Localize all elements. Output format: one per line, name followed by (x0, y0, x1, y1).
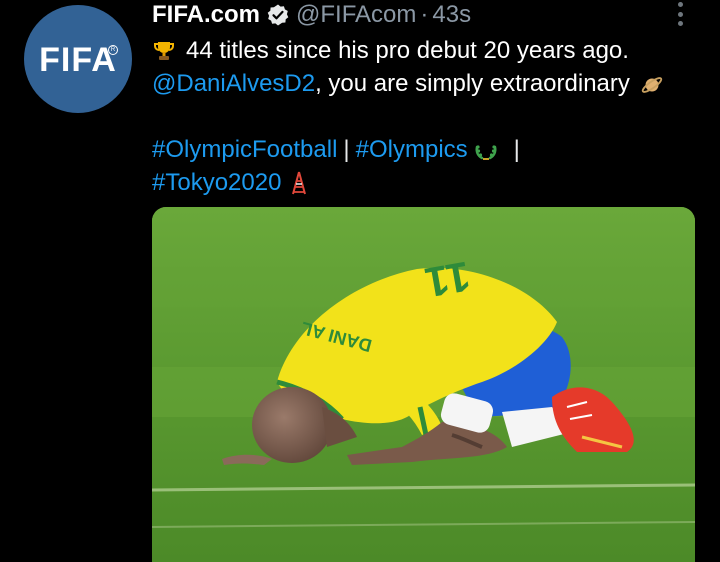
verified-badge-icon (266, 3, 290, 27)
display-name[interactable]: FIFA.com (152, 1, 260, 29)
tweet-line-3: #OlympicFootball | #Olympics | (152, 133, 700, 166)
laurel-wreath-emoji (474, 138, 498, 162)
tokyo-tower-emoji (289, 171, 313, 195)
ringed-planet-emoji (640, 72, 664, 96)
tweet-line-2-text: , you are simply extraordinary (315, 70, 630, 97)
trophy-emoji (152, 39, 176, 63)
tweet-line-1-text: 44 titles since his pro debut 20 years a… (186, 37, 629, 64)
tweet-header: FIFA.com @FIFAcom · 43s (152, 0, 471, 30)
tweet-line-1: 44 titles since his pro debut 20 years a… (152, 34, 700, 67)
timestamp[interactable]: 43s (432, 1, 471, 29)
hashtag-olympicfootball[interactable]: #OlympicFootball (152, 133, 337, 166)
tweet-line-2: @DaniAlvesD2 , you are simply extraordin… (152, 67, 700, 100)
separator-dot: · (420, 1, 429, 28)
svg-text:11: 11 (422, 253, 474, 307)
avatar-logo-text: FIFA (39, 40, 117, 79)
hashtag-tokyo2020[interactable]: #Tokyo2020 (152, 166, 281, 199)
registered-mark-icon: R (108, 45, 118, 55)
more-options-icon[interactable] (671, 0, 689, 28)
pipe-separator: | (343, 136, 350, 163)
pipe-separator-2: | (513, 136, 520, 163)
handle[interactable]: @FIFAcom (296, 1, 416, 29)
tweet-line-4: #Tokyo2020 (152, 166, 700, 199)
fifa-avatar[interactable]: FIFA R (24, 5, 132, 113)
hashtag-olympics[interactable]: #Olympics (356, 133, 468, 166)
tweet-text: 44 titles since his pro debut 20 years a… (152, 34, 700, 199)
mention-link[interactable]: @DaniAlvesD2 (152, 67, 315, 100)
tweet-photo[interactable]: 3 11 DANI AL (152, 207, 695, 562)
